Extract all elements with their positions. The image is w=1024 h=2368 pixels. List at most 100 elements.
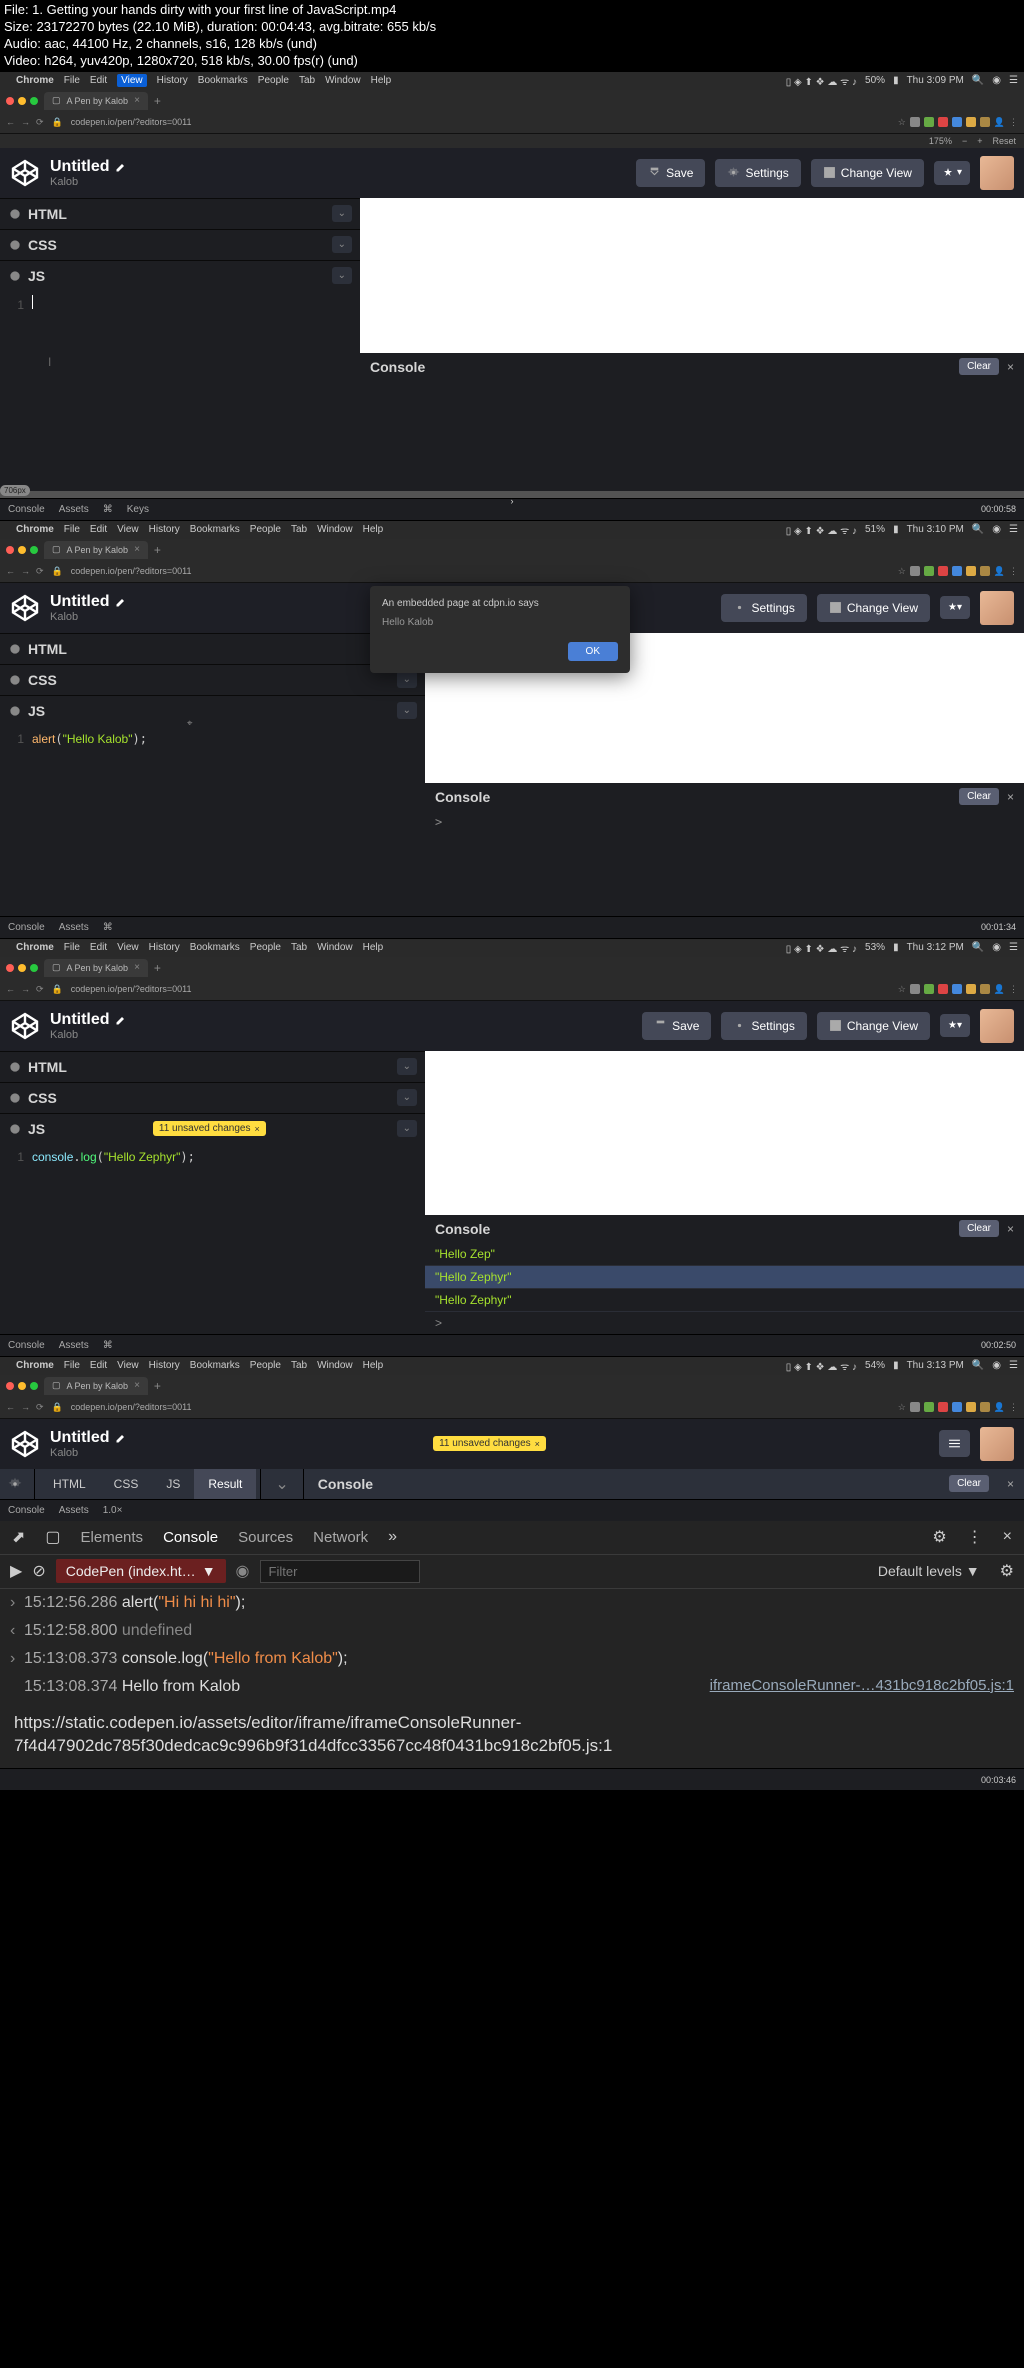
tab-js[interactable]: JS [152,1469,194,1499]
pin-button[interactable]: ▾ [934,161,970,185]
dt-tab-elements[interactable]: Elements [81,1529,144,1546]
close-icon[interactable]: × [1007,360,1014,374]
html-pane-header[interactable]: HTML⌄ [0,198,360,229]
console-log[interactable]: ›15:12:56.286 alert("Hi hi hi hi"); ‹15:… [0,1589,1024,1701]
source-link[interactable]: iframeConsoleRunner-…431bc918c2bf05.js:1 [710,1675,1014,1698]
avatar[interactable] [980,156,1014,190]
js-editor[interactable]: 1alert("Hello Kalob");⌖ [0,726,425,916]
js-pane-header[interactable]: JS11 unsaved changes×⌄ [0,1113,425,1144]
menu-bookmarks[interactable]: Bookmarks [198,75,248,86]
inspect-icon[interactable]: ⬈ [12,1527,25,1547]
settings-button[interactable]: Settings [721,594,806,622]
context-selector[interactable]: CodePen (index.ht…▼ [56,1559,226,1583]
fwd-button[interactable]: → [21,117,30,128]
browser-tab[interactable]: ▢A Pen by Kalob× [44,1377,148,1395]
unsaved-badge[interactable]: 11 unsaved changes× [153,1121,266,1136]
clear-button[interactable]: Clear [959,1220,999,1237]
bottom-keys[interactable]: Keys [127,504,149,515]
dt-gear-icon[interactable]: ⚙ [1000,1561,1014,1581]
save-button[interactable]: Save [636,159,705,187]
zoom-in[interactable]: + [977,136,982,146]
html-pane-header[interactable]: HTML⌄ [0,1051,425,1082]
console-body[interactable]: "Hello Zep" "Hello Zephyr" "Hello Zephyr… [425,1243,1024,1334]
layout-toggle-button[interactable] [939,1430,970,1457]
extensions[interactable]: ☆👤⋮ [898,117,1018,128]
unsaved-badge[interactable]: 11 unsaved changes× [433,1436,546,1451]
close-icon[interactable]: × [997,1477,1024,1491]
settings-icon[interactable] [0,1477,30,1491]
pen-title[interactable]: Untitled [50,158,110,176]
menu-window[interactable]: Window [325,75,361,86]
window-controls[interactable] [6,97,38,105]
menu-file[interactable]: File [64,75,80,86]
js-editor[interactable]: 1I [0,291,360,491]
chevron-down-icon[interactable]: ⌄ [332,267,352,284]
js-pane-header[interactable]: JS⌄ [0,695,425,726]
back-button[interactable]: ← [6,117,15,128]
clear-button[interactable]: Clear [949,1475,989,1492]
tab-css[interactable]: CSS [100,1469,153,1499]
chevron-down-icon[interactable]: ⌄ [332,205,352,222]
app-name[interactable]: Chrome [16,75,54,86]
menu-edit[interactable]: Edit [90,75,107,86]
menu-history[interactable]: History [157,75,188,86]
console-body[interactable]: > [425,811,1024,916]
zoom-reset[interactable]: Reset [992,136,1016,146]
change-view-button[interactable]: Change View [817,594,930,622]
close-icon[interactable]: × [1007,1222,1014,1236]
edit-icon[interactable] [115,161,127,173]
dt-settings-icon[interactable]: ⚙ [932,1527,946,1547]
zoom-out[interactable]: − [962,136,967,146]
bottom-assets[interactable]: Assets [59,504,89,515]
css-pane-header[interactable]: CSS⌄ [0,1082,425,1113]
splitter[interactable]: 706px› [0,491,1024,498]
settings-button[interactable]: Settings [715,159,800,187]
pin-button[interactable]: ★▾ [940,1014,970,1037]
codepen-logo-icon[interactable] [10,158,40,188]
dt-close-icon[interactable]: × [1003,1528,1012,1546]
menu-tab[interactable]: Tab [299,75,315,86]
preview-pane[interactable] [425,1051,1024,1215]
address[interactable]: codepen.io/pen/?editors=0011 [71,117,890,127]
scale[interactable]: 1.0× [103,1505,123,1516]
levels-selector[interactable]: Default levels ▼ [878,1563,980,1579]
eye-icon[interactable]: ◉ [236,1561,250,1581]
search-icon[interactable]: 🔍 [972,75,984,86]
console-body[interactable] [360,381,1024,491]
clear-button[interactable]: Clear [959,788,999,805]
change-view-button[interactable]: Change View [817,1012,930,1040]
chevron-down-icon[interactable]: ⌄ [265,1474,298,1494]
dt-tab-sources[interactable]: Sources [238,1529,293,1546]
save-button[interactable]: Save [642,1012,711,1040]
new-tab-button[interactable]: + [154,94,161,108]
settings-button[interactable]: Settings [721,1012,806,1040]
menu-icon[interactable]: ☰ [1009,75,1018,86]
tab-result[interactable]: Result [194,1469,256,1499]
avatar[interactable] [980,1009,1014,1043]
browser-tab[interactable]: ▢A Pen by Kalob× [44,959,148,977]
avatar[interactable] [980,591,1014,625]
dt-clear-icon[interactable]: ⊘ [32,1561,45,1581]
menu-people[interactable]: People [258,75,289,86]
preview-pane[interactable] [360,198,1024,353]
js-editor[interactable]: 1console.log("Hello Zephyr"); [0,1144,425,1334]
close-icon[interactable]: × [1007,790,1014,804]
codepen-logo-icon[interactable] [10,593,40,623]
more-tabs-icon[interactable]: » [388,1528,397,1546]
keyboard-icon[interactable]: ⌘ [103,504,113,515]
dt-tab-network[interactable]: Network [313,1529,368,1546]
css-pane-header[interactable]: CSS⌄ [0,664,425,695]
tab-html[interactable]: HTML [39,1469,100,1499]
dt-menu-icon[interactable]: ⋮ [967,1527,983,1547]
css-pane-header[interactable]: CSS⌄ [0,229,360,260]
change-view-button[interactable]: Change View [811,159,924,187]
filter-input[interactable] [260,1560,420,1583]
dt-toggle-icon[interactable]: ▶ [10,1561,22,1581]
clear-button[interactable]: Clear [959,358,999,375]
avatar[interactable] [980,1427,1014,1461]
alert-ok-button[interactable]: OK [568,642,618,661]
html-pane-header[interactable]: HTML⌄ [0,633,425,664]
chevron-down-icon[interactable]: ⌄ [332,236,352,253]
pin-button[interactable]: ★▾ [940,596,970,619]
reload-button[interactable]: ⟳ [36,117,44,128]
